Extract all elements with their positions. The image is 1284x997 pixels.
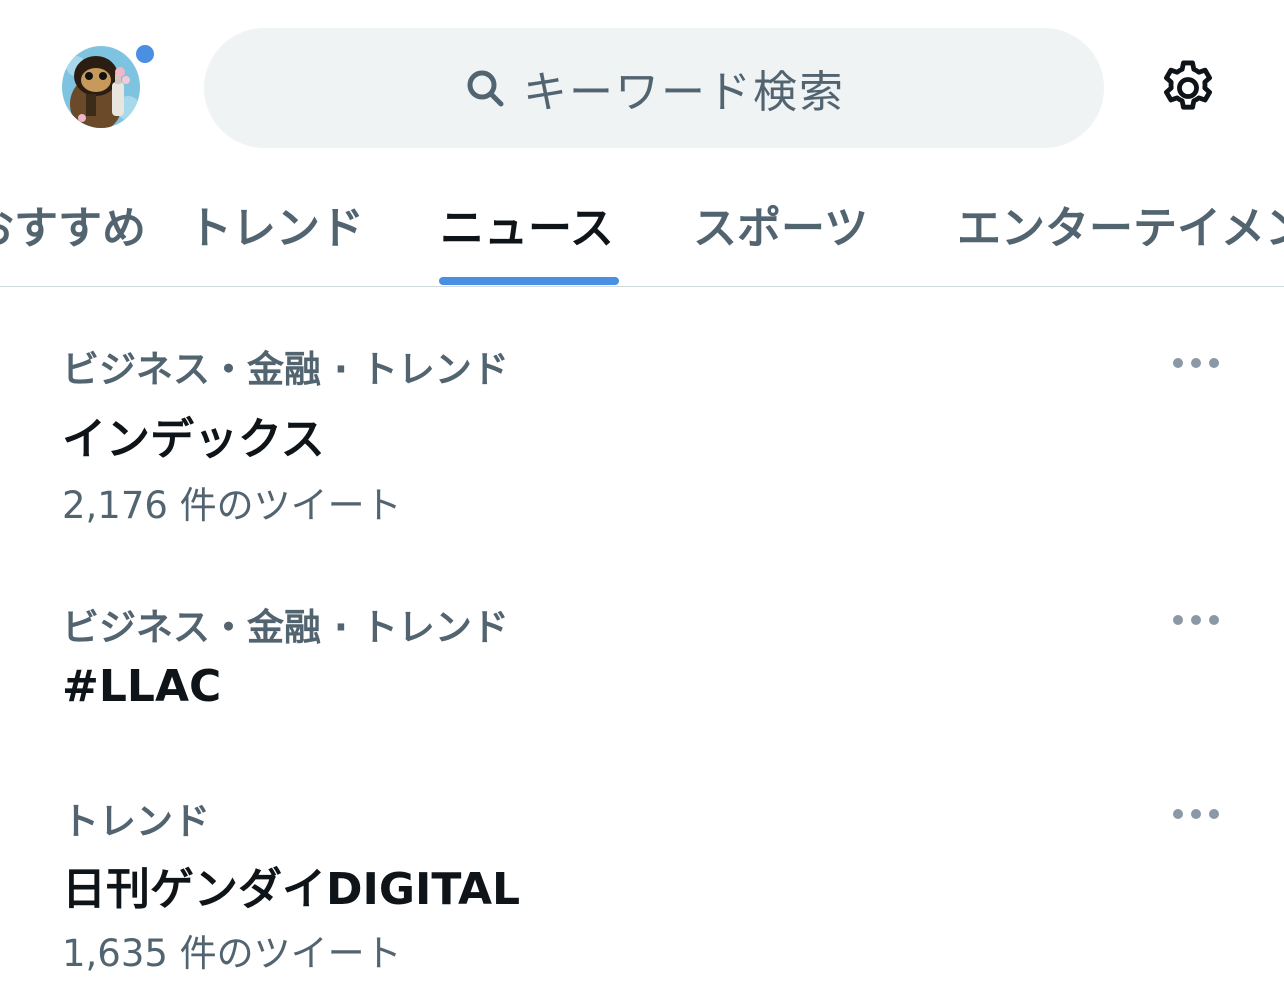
trend-item[interactable]: ビジネス・金融 · トレンド #LLAC [0,547,1284,747]
trend-item[interactable]: ビジネス・金融 · トレンド インデックス 2,176 件のツイート [0,287,1284,547]
more-options-icon[interactable] [1170,353,1222,373]
explore-screen: キーワード検索 おすすめ トレンド ニュース スポーツ エンターテイメント ビジ… [0,0,1284,997]
header: キーワード検索 [0,0,1284,170]
trend-tweet-count: 2,176 件のツイート [62,484,402,527]
trend-category: ビジネス・金融 · トレンド [62,348,509,391]
trend-category: ビジネス・金融 · トレンド [62,606,509,649]
trend-category: トレンド [62,800,210,843]
trend-item[interactable]: トレンド 日刊ゲンダイDIGITAL 1,635 件のツイート [0,747,1284,997]
trend-title: #LLAC [62,661,222,712]
trend-tweet-count: 1,635 件のツイート [62,932,402,975]
trend-title: インデックス [62,414,325,465]
tab-bar: おすすめ トレンド ニュース スポーツ エンターテイメント [0,170,1284,287]
tab-trends[interactable]: トレンド [188,192,364,254]
search-icon [463,66,507,110]
tab-entertainment[interactable]: エンターテイメント [957,192,1284,254]
active-tab-indicator [439,277,619,285]
search-input[interactable]: キーワード検索 [204,28,1104,148]
notification-dot [133,42,157,66]
tab-sports[interactable]: スポーツ [693,192,868,254]
trend-title: 日刊ゲンダイDIGITAL [62,864,521,915]
search-placeholder: キーワード検索 [523,67,845,118]
more-options-icon[interactable] [1170,610,1222,630]
tab-news[interactable]: ニュース [440,192,614,254]
more-options-icon[interactable] [1170,804,1222,824]
avatar[interactable] [62,46,140,128]
gear-icon[interactable] [1156,56,1220,120]
tab-recommended[interactable]: おすすめ [0,192,146,254]
